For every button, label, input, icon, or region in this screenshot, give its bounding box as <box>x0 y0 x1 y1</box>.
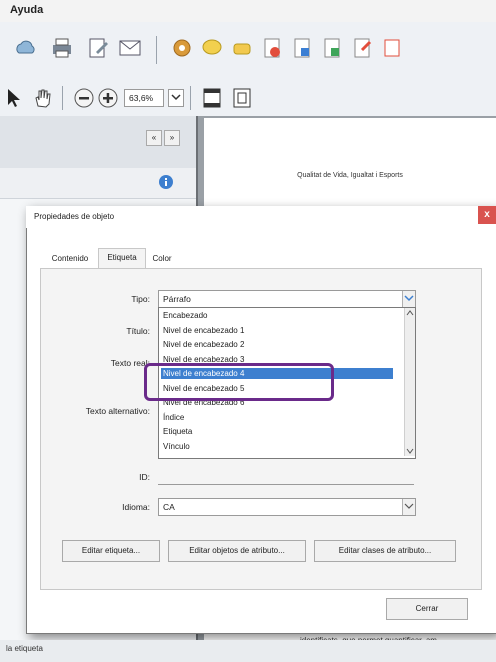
toolbar-divider <box>190 86 191 110</box>
expand-button[interactable]: » <box>164 130 180 146</box>
tipo-label: Tipo: <box>131 294 150 304</box>
hand-icon[interactable] <box>30 86 54 110</box>
tab-contenido[interactable]: Contenido <box>44 250 96 268</box>
edit-attribute-objects-button[interactable]: Editar objetos de atributo... <box>168 540 306 562</box>
form-icon[interactable] <box>350 36 374 60</box>
list-scrollbar[interactable] <box>404 308 415 456</box>
dialog-tabs: Contenido Etiqueta Color <box>40 248 480 270</box>
toolbar-divider <box>156 36 157 64</box>
chevron-down-icon[interactable] <box>402 499 415 515</box>
tipo-select[interactable]: Párrafo <box>158 290 416 308</box>
select-cursor-icon[interactable] <box>2 86 26 110</box>
stamp-icon[interactable] <box>230 36 254 60</box>
pdf-export-icon[interactable] <box>290 36 314 60</box>
print-icon[interactable] <box>50 36 74 60</box>
list-item[interactable]: Nivel de encabezado 1 <box>161 325 393 336</box>
navigation-panel-header: « » <box>0 116 196 169</box>
texto-real-label: Texto real: <box>110 358 150 368</box>
comment-icon[interactable] <box>200 36 224 60</box>
zoom-dropdown[interactable] <box>168 89 184 107</box>
status-text: la etiqueta <box>6 644 43 653</box>
id-field[interactable] <box>158 470 414 485</box>
dialog-close-button[interactable]: x <box>478 206 496 224</box>
collapse-button[interactable]: « <box>146 130 162 146</box>
zoom-out-icon[interactable] <box>72 86 96 110</box>
tab-etiqueta[interactable]: Etiqueta <box>98 248 146 269</box>
chevron-down-icon[interactable] <box>402 291 415 307</box>
list-item[interactable]: Nivel de encabezado 2 <box>161 339 393 350</box>
list-item[interactable]: Etiqueta <box>161 426 393 437</box>
edit-icon[interactable] <box>86 36 110 60</box>
toolbar-divider <box>62 86 63 110</box>
close-button[interactable]: Cerrar <box>386 598 468 620</box>
chevron-down-icon <box>171 94 181 101</box>
full-screen-icon[interactable] <box>230 86 254 110</box>
idioma-select[interactable]: CA <box>158 498 416 516</box>
list-item[interactable]: Índice <box>161 412 393 423</box>
cloud-icon[interactable] <box>14 36 38 60</box>
dialog-title: Propiedades de objeto <box>34 212 115 221</box>
pdf-icon[interactable] <box>260 36 284 60</box>
list-item[interactable]: Vínculo <box>161 441 393 452</box>
menu-help[interactable]: Ayuda <box>10 4 43 16</box>
pdf-share-icon[interactable] <box>320 36 344 60</box>
settings-icon[interactable] <box>170 36 194 60</box>
zoom-in-icon[interactable] <box>96 86 120 110</box>
info-icon[interactable] <box>158 174 174 190</box>
email-icon[interactable] <box>118 36 142 60</box>
sign-icon[interactable] <box>380 36 404 60</box>
annotation-highlight-box <box>144 363 334 401</box>
edit-attribute-classes-button[interactable]: Editar clases de atributo... <box>314 540 456 562</box>
scroll-down-icon[interactable] <box>406 447 414 455</box>
zoom-input[interactable]: 63,6% <box>124 89 164 107</box>
navigation-panel-options <box>0 168 196 199</box>
fit-page-icon[interactable] <box>200 86 224 110</box>
dialog-title-bar: Propiedades de objeto <box>26 206 496 228</box>
toolbar-navigation: 63,6% <box>0 80 496 117</box>
status-bar: la etiqueta <box>0 640 496 662</box>
edit-tag-button[interactable]: Editar etiqueta... <box>62 540 160 562</box>
idioma-label: Idioma: <box>122 502 150 512</box>
document-title: Qualitat de Vida, Igualtat i Esports <box>297 172 403 179</box>
tab-color[interactable]: Color <box>146 250 178 268</box>
id-label: ID: <box>139 472 150 482</box>
texto-alternativo-label: Texto alternativo: <box>85 406 150 416</box>
toolbar-main <box>0 22 496 80</box>
titulo-label: Título: <box>126 326 150 336</box>
list-item[interactable]: Encabezado <box>161 310 393 321</box>
scroll-up-icon[interactable] <box>406 309 414 317</box>
menu-bar: Ayuda <box>0 0 496 23</box>
